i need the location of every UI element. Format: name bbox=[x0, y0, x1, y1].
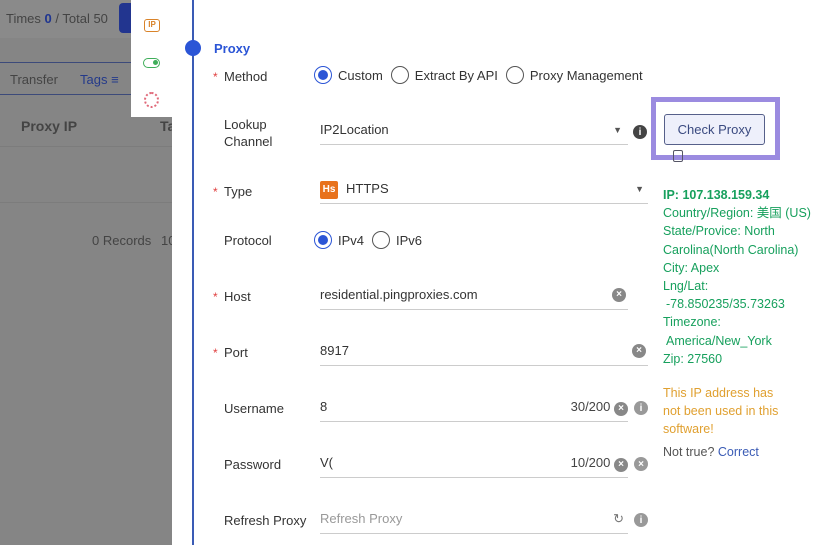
lookup-channel-label: Lookup Channel bbox=[224, 117, 273, 149]
side-icon-menu: IP bbox=[131, 0, 172, 117]
ipv6-radio[interactable]: IPv6 bbox=[372, 231, 422, 249]
type-label: Type bbox=[224, 184, 253, 199]
method-extract-api-radio[interactable]: Extract By API bbox=[390, 66, 498, 84]
port-label: Port bbox=[224, 345, 248, 360]
https-badge-icon: Hs bbox=[320, 180, 338, 199]
method-proxy-management-radio[interactable]: Proxy Management bbox=[505, 66, 643, 84]
host-label: Host bbox=[224, 289, 251, 304]
column-proxy-ip: Proxy IP bbox=[21, 118, 78, 134]
refresh-proxy-label: Refresh Proxy bbox=[224, 513, 307, 528]
password-input[interactable]: V(10/200 × bbox=[320, 452, 628, 478]
timeline-dot bbox=[185, 40, 201, 56]
section-title: Proxy bbox=[214, 41, 251, 56]
protocol-radio-group: IPv4 IPv6 bbox=[314, 231, 430, 249]
info-icon[interactable]: i bbox=[634, 513, 648, 527]
host-input[interactable]: residential.pingproxies.com × bbox=[320, 284, 628, 310]
password-label: Password bbox=[224, 457, 282, 472]
timeline-line bbox=[192, 0, 194, 545]
ip-icon[interactable]: IP bbox=[144, 19, 160, 32]
fingerprint-icon[interactable] bbox=[144, 92, 159, 108]
info-icon[interactable]: i bbox=[633, 125, 647, 139]
page-size: 10 bbox=[161, 233, 172, 248]
protocol-label: Protocol bbox=[224, 233, 272, 248]
port-input[interactable]: 8917 × bbox=[320, 340, 648, 366]
method-label: Method bbox=[224, 69, 268, 84]
password-counter: 10/200 × bbox=[571, 452, 628, 474]
column-tags: Ta bbox=[160, 118, 172, 134]
times-counter: Times 0 / Total 50 bbox=[6, 11, 108, 26]
method-custom-radio[interactable]: Custom bbox=[314, 66, 383, 84]
username-input[interactable]: 8 30/200 × bbox=[320, 396, 628, 422]
username-label: Username bbox=[224, 401, 284, 416]
username-counter: 30/200 × bbox=[571, 396, 628, 418]
toggle-icon[interactable] bbox=[143, 58, 160, 68]
refresh-icon: ↻ bbox=[613, 511, 624, 526]
tab-transfer[interactable]: Transfer bbox=[10, 72, 58, 87]
records-count: 0 Records bbox=[92, 233, 152, 248]
lookup-channel-select[interactable]: IP2Location ▼ bbox=[320, 119, 628, 145]
tab-tags[interactable]: Tags ≡ bbox=[80, 72, 119, 87]
check-proxy-button[interactable]: Check Proxy bbox=[664, 114, 765, 145]
refresh-proxy-input[interactable]: Refresh Proxy ↻ bbox=[320, 508, 628, 534]
unused-ip-warning: This IP address has not been used in thi… bbox=[663, 386, 779, 437]
copy-icon[interactable] bbox=[673, 150, 683, 162]
info-icon[interactable]: i bbox=[634, 401, 648, 415]
ipv4-radio[interactable]: IPv4 bbox=[314, 231, 364, 249]
correct-link[interactable]: Correct bbox=[718, 445, 759, 459]
method-radio-group: Custom Extract By API Proxy Management bbox=[314, 66, 651, 84]
type-select[interactable]: Hs HTTPS ▼ bbox=[320, 178, 648, 204]
clear-icon[interactable]: × bbox=[634, 457, 648, 471]
proxy-check-result: IP: 107.138.159.34 Country/Region: 美国 (U… bbox=[663, 188, 811, 459]
